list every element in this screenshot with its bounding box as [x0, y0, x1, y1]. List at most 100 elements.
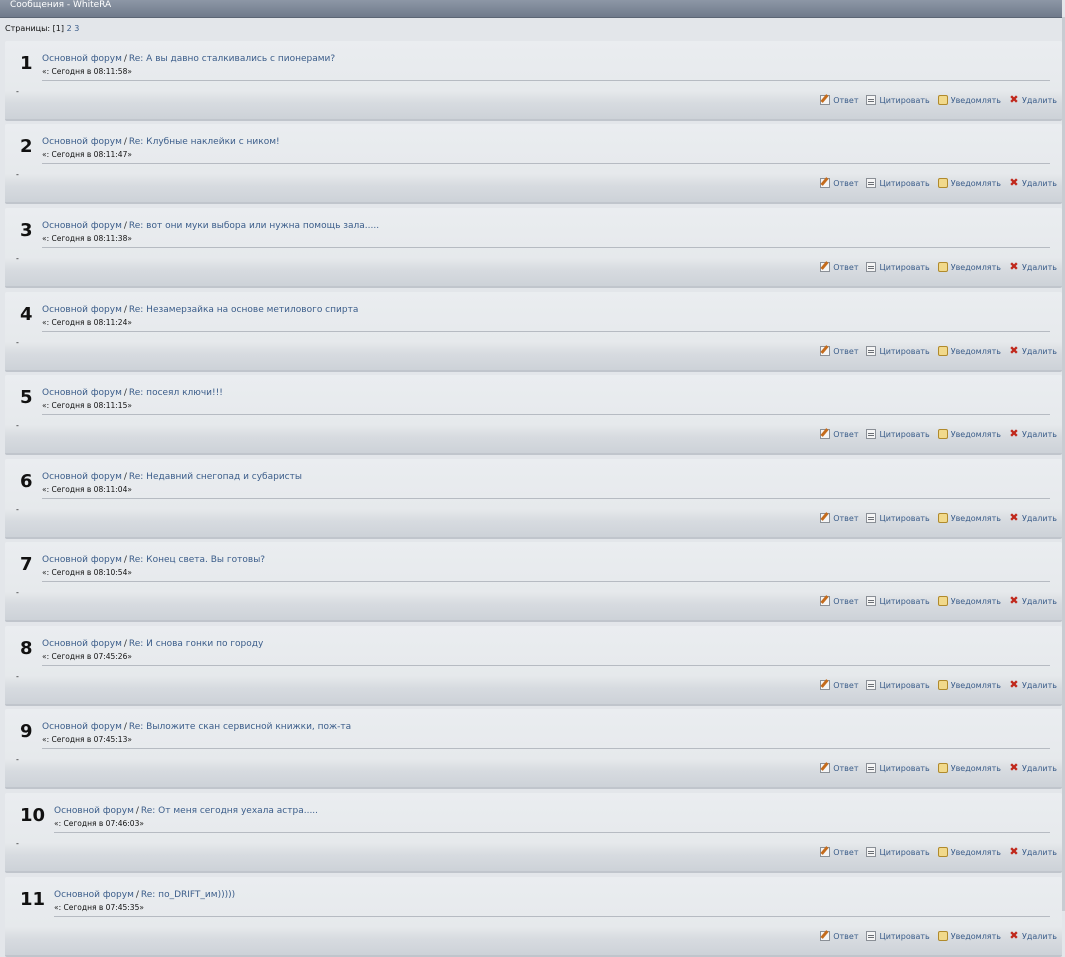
notify-button[interactable]: Уведомлять — [937, 680, 1001, 690]
notify-button[interactable]: Уведомлять — [937, 178, 1001, 188]
topic-link[interactable]: Re: От меня сегодня уехала астра..... — [141, 806, 318, 816]
notify-label: Уведомлять — [950, 596, 1001, 606]
topic-link[interactable]: Re: по_DRIFT_им))))) — [141, 890, 235, 900]
topic-link[interactable]: Re: Выложите скан сервисной книжки, пож-… — [129, 722, 351, 732]
topic-link[interactable]: Re: Незамерзайка на основе метилового сп… — [129, 305, 358, 315]
post-item: 2 Основной форум / Re: Клубные наклейки с … — [5, 124, 1062, 204]
notify-button[interactable]: Уведомлять — [937, 262, 1001, 272]
notify-button[interactable]: Уведомлять — [937, 513, 1001, 523]
delete-icon: ✖ — [1009, 260, 1019, 273]
post-divider — [42, 581, 1050, 582]
post-divider — [42, 665, 1050, 666]
topic-link[interactable]: Re: И снова гонки по городу — [129, 639, 263, 649]
post-divider — [42, 414, 1050, 415]
reply-button[interactable]: Ответ — [820, 262, 858, 272]
quote-button[interactable]: Цитировать — [866, 513, 930, 523]
delete-button[interactable]: ✖ Удалить — [1009, 177, 1057, 188]
board-link[interactable]: Основной форум — [42, 137, 122, 147]
reply-label: Ответ — [833, 596, 859, 606]
delete-button[interactable]: ✖ Удалить — [1009, 762, 1057, 773]
delete-button[interactable]: ✖ Удалить — [1009, 930, 1057, 941]
page-title: Сообщения - WhiteRA — [10, 0, 112, 10]
post-timestamp: «: Сегодня в 08:11:47» — [42, 150, 132, 159]
reply-label: Ответ — [833, 513, 859, 523]
post-number: 6 — [20, 471, 33, 492]
notify-button[interactable]: Уведомлять — [937, 931, 1001, 941]
reply-button[interactable]: Ответ — [820, 429, 858, 439]
quote-button[interactable]: Цитировать — [866, 346, 930, 356]
delete-button[interactable]: ✖ Удалить — [1009, 93, 1057, 106]
delete-button[interactable]: ✖ Удалить — [1009, 428, 1057, 439]
delete-label: Удалить — [1022, 178, 1057, 188]
board-link[interactable]: Основной форум — [42, 639, 122, 649]
topic-link[interactable]: Re: А вы давно сталкивались с пионерами? — [129, 54, 335, 64]
topic-link[interactable]: Re: вот они муки выбора или нужна помощь… — [129, 221, 379, 231]
reply-icon — [820, 513, 831, 523]
quote-icon — [866, 847, 877, 857]
reply-button[interactable]: Ответ — [820, 847, 858, 857]
delete-label: Удалить — [1022, 596, 1057, 606]
post-number: 7 — [20, 554, 33, 575]
quote-button[interactable]: Цитировать — [866, 262, 930, 272]
notify-button[interactable]: Уведомлять — [937, 346, 1001, 356]
reply-button[interactable]: Ответ — [820, 931, 858, 941]
topic-link[interactable]: Re: Недавний снегопад и субаристы — [129, 472, 302, 482]
post-body: - — [16, 421, 19, 430]
delete-icon: ✖ — [1009, 93, 1019, 106]
quote-button[interactable]: Цитировать — [866, 178, 930, 188]
quote-label: Цитировать — [879, 95, 930, 105]
post-item: 4 Основной форум / Re: Незамерзайка на осн… — [5, 292, 1062, 372]
breadcrumb-separator: / — [123, 221, 127, 231]
quote-button[interactable]: Цитировать — [866, 847, 930, 857]
notify-button[interactable]: Уведомлять — [937, 763, 1001, 773]
board-link[interactable]: Основной форум — [42, 555, 122, 565]
quote-button[interactable]: Цитировать — [866, 680, 930, 690]
board-link[interactable]: Основной форум — [42, 472, 122, 482]
quote-button[interactable]: Цитировать — [866, 763, 930, 773]
board-link[interactable]: Основной форум — [42, 722, 122, 732]
post-header: Основной форум / Re: Недавний снегопад и с… — [42, 472, 302, 482]
quote-button[interactable]: Цитировать — [866, 931, 930, 941]
post-timestamp: «: Сегодня в 07:45:26» — [42, 652, 132, 661]
breadcrumb-separator: / — [123, 137, 127, 147]
notify-icon — [937, 931, 948, 941]
delete-button[interactable]: ✖ Удалить — [1009, 345, 1057, 356]
topic-link[interactable]: Re: посеял ключи!!! — [129, 388, 223, 398]
post-body: - — [16, 338, 19, 347]
pagination-page-3[interactable]: 3 — [74, 24, 79, 33]
topic-link[interactable]: Re: Конец света. Вы готовы? — [129, 555, 265, 565]
quote-icon — [866, 346, 877, 356]
post-actions: Ответ Цитировать Уведомлять ✖ Удалить — [820, 428, 1057, 439]
delete-label: Удалить — [1022, 513, 1057, 523]
notify-button[interactable]: Уведомлять — [937, 847, 1001, 857]
reply-button[interactable]: Ответ — [820, 178, 858, 188]
board-link[interactable]: Основной форум — [42, 54, 122, 64]
notify-button[interactable]: Уведомлять — [937, 596, 1001, 606]
reply-button[interactable]: Ответ — [820, 763, 858, 773]
notify-button[interactable]: Уведомлять — [937, 95, 1001, 105]
delete-button[interactable]: ✖ Удалить — [1009, 260, 1057, 273]
reply-button[interactable]: Ответ — [820, 596, 858, 606]
reply-button[interactable]: Ответ — [820, 513, 858, 523]
reply-button[interactable]: Ответ — [820, 346, 858, 356]
board-link[interactable]: Основной форум — [42, 388, 122, 398]
notify-button[interactable]: Уведомлять — [937, 429, 1001, 439]
quote-button[interactable]: Цитировать — [866, 95, 930, 105]
reply-button[interactable]: Ответ — [820, 95, 858, 105]
notify-icon — [937, 847, 948, 857]
board-link[interactable]: Основной форум — [54, 806, 134, 816]
board-link[interactable]: Основной форум — [42, 305, 122, 315]
board-link[interactable]: Основной форум — [54, 890, 134, 900]
pagination-page-2[interactable]: 2 — [67, 24, 72, 33]
quote-button[interactable]: Цитировать — [866, 596, 930, 606]
delete-button[interactable]: ✖ Удалить — [1009, 846, 1057, 857]
delete-button[interactable]: ✖ Удалить — [1009, 595, 1057, 606]
reply-button[interactable]: Ответ — [820, 680, 858, 690]
quote-button[interactable]: Цитировать — [866, 429, 930, 439]
quote-label: Цитировать — [879, 178, 930, 188]
delete-button[interactable]: ✖ Удалить — [1009, 679, 1057, 690]
topic-link[interactable]: Re: Клубные наклейки с ником! — [129, 137, 280, 147]
board-link[interactable]: Основной форум — [42, 221, 122, 231]
post-timestamp: «: Сегодня в 08:11:04» — [42, 485, 132, 494]
delete-button[interactable]: ✖ Удалить — [1009, 512, 1057, 523]
